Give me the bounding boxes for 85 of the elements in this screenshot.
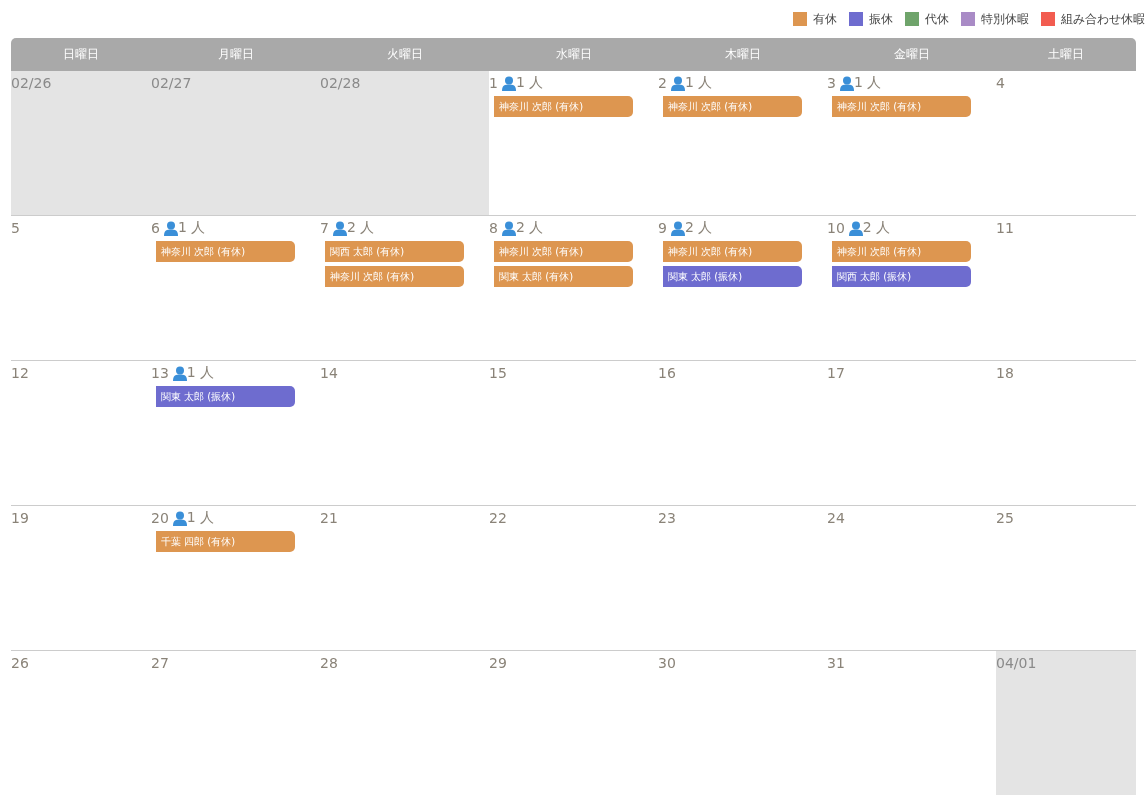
day-number: 18 bbox=[996, 365, 1014, 381]
day-number: 3 bbox=[827, 75, 836, 91]
day-number: 17 bbox=[827, 365, 845, 381]
day-number: 2 bbox=[658, 75, 667, 91]
person-icon bbox=[163, 220, 178, 236]
leave-event[interactable]: 神奈川 次郎 (有休) bbox=[325, 266, 464, 287]
person-icon bbox=[839, 75, 854, 91]
legend-label: 代休 bbox=[925, 10, 949, 28]
absence-count: 1 人 bbox=[177, 219, 206, 237]
leave-event[interactable]: 神奈川 次郎 (有休) bbox=[663, 96, 802, 117]
day-number: 29 bbox=[489, 655, 507, 671]
day-number: 9 bbox=[658, 220, 667, 236]
weekday-label: 金曜日 bbox=[892, 46, 931, 63]
weekday-label: 火曜日 bbox=[385, 46, 424, 63]
legend-label: 有休 bbox=[813, 10, 837, 28]
day-number: 23 bbox=[658, 510, 676, 526]
day-number: 7 bbox=[320, 220, 329, 236]
day-number: 20 bbox=[151, 510, 169, 526]
day-number: 6 bbox=[151, 220, 160, 236]
leave-event[interactable]: 千葉 四郎 (有休) bbox=[156, 531, 295, 552]
day-number: 4 bbox=[996, 75, 1005, 91]
absence-count: 1 人 bbox=[853, 74, 882, 92]
person-icon bbox=[501, 75, 516, 91]
person-icon bbox=[670, 75, 685, 91]
legend-label: 振休 bbox=[869, 10, 893, 28]
leave-event[interactable]: 神奈川 次郎 (有休) bbox=[832, 241, 971, 262]
weekday-label: 水曜日 bbox=[554, 46, 593, 63]
day-number: 28 bbox=[320, 655, 338, 671]
person-icon bbox=[172, 510, 187, 526]
person-icon bbox=[501, 220, 516, 236]
person-icon bbox=[848, 220, 863, 236]
day-cell[interactable]: 02/26 bbox=[11, 71, 151, 215]
day-number: 02/28 bbox=[320, 75, 361, 91]
absence-count: 2 人 bbox=[684, 219, 713, 237]
person-icon bbox=[332, 220, 347, 236]
leave-event[interactable]: 神奈川 次郎 (有休) bbox=[494, 96, 633, 117]
leave-event[interactable]: 関東 太郎 (振休) bbox=[663, 266, 802, 287]
leave-event[interactable]: 神奈川 次郎 (有休) bbox=[663, 241, 802, 262]
absence-count: 2 人 bbox=[515, 219, 544, 237]
day-cell[interactable]: 02/27 bbox=[151, 71, 320, 215]
leave-event[interactable]: 神奈川 次郎 (有休) bbox=[156, 241, 295, 262]
absence-count: 1 人 bbox=[515, 74, 544, 92]
weekday-label: 月曜日 bbox=[216, 46, 255, 63]
day-number: 02/27 bbox=[151, 75, 192, 91]
absence-count: 2 人 bbox=[862, 219, 891, 237]
day-number: 30 bbox=[658, 655, 676, 671]
day-number: 8 bbox=[489, 220, 498, 236]
day-number: 22 bbox=[489, 510, 507, 526]
legend-label: 組み合わせ休暇 bbox=[1061, 10, 1145, 28]
leave-event[interactable]: 神奈川 次郎 (有休) bbox=[494, 241, 633, 262]
day-number: 12 bbox=[11, 365, 29, 381]
day-number: 21 bbox=[320, 510, 338, 526]
weekday-label: 土曜日 bbox=[1047, 46, 1085, 63]
weekday-label: 日曜日 bbox=[62, 46, 100, 63]
day-number: 31 bbox=[827, 655, 845, 671]
leave-event[interactable]: 関東 太郎 (有休) bbox=[494, 266, 633, 287]
leave-event[interactable]: 関西 太郎 (振休) bbox=[832, 266, 971, 287]
day-cell[interactable]: 02/28 bbox=[320, 71, 489, 215]
leave-event[interactable]: 関西 太郎 (有休) bbox=[325, 241, 464, 262]
leave-event[interactable]: 関東 太郎 (振休) bbox=[156, 386, 295, 407]
day-cell[interactable]: 04/01 bbox=[996, 651, 1136, 795]
day-number: 04/01 bbox=[996, 655, 1037, 671]
absence-count: 1 人 bbox=[186, 364, 215, 382]
absence-count: 1 人 bbox=[684, 74, 713, 92]
day-number: 14 bbox=[320, 365, 338, 381]
day-number: 10 bbox=[827, 220, 845, 236]
absence-count: 1 人 bbox=[186, 509, 215, 527]
day-number: 11 bbox=[996, 220, 1014, 236]
legend-label: 特別休暇 bbox=[981, 10, 1029, 28]
absence-count: 2 人 bbox=[346, 219, 375, 237]
weekday-label: 木曜日 bbox=[723, 46, 762, 63]
day-number: 1 bbox=[489, 75, 498, 91]
day-number: 25 bbox=[996, 510, 1014, 526]
leave-event[interactable]: 神奈川 次郎 (有休) bbox=[832, 96, 971, 117]
day-number: 26 bbox=[11, 655, 29, 671]
day-number: 27 bbox=[151, 655, 169, 671]
day-number: 15 bbox=[489, 365, 507, 381]
person-icon bbox=[670, 220, 685, 236]
day-number: 19 bbox=[11, 510, 29, 526]
day-number: 16 bbox=[658, 365, 676, 381]
day-number: 24 bbox=[827, 510, 845, 526]
day-number: 13 bbox=[151, 365, 169, 381]
day-number: 02/26 bbox=[11, 75, 52, 91]
day-number: 5 bbox=[11, 220, 20, 236]
person-icon bbox=[172, 365, 187, 381]
